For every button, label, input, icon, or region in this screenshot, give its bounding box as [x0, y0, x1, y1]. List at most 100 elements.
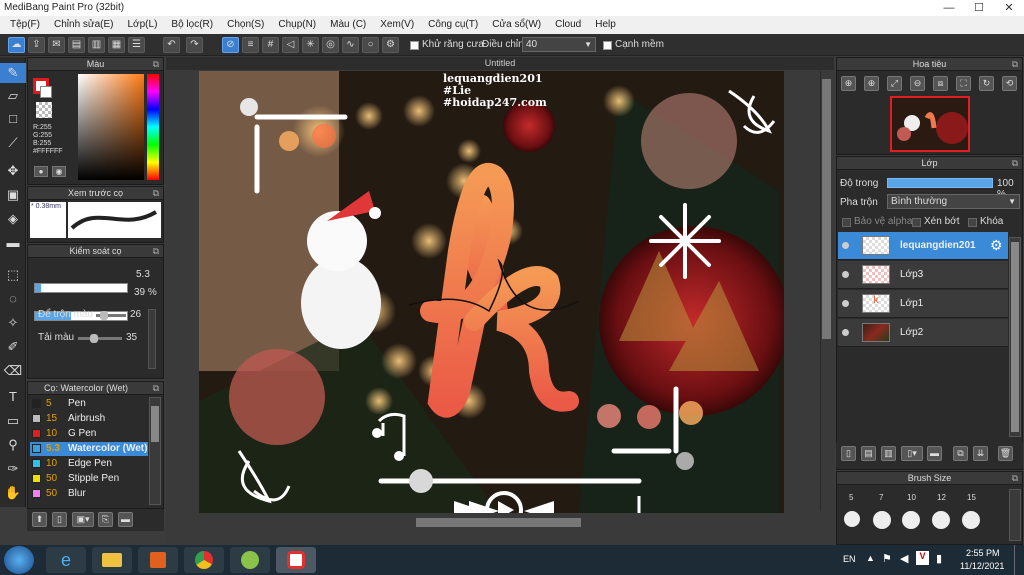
show-desktop-button[interactable]	[1014, 545, 1024, 575]
list-icon[interactable]: ☰	[128, 37, 145, 53]
explorer-icon[interactable]	[92, 547, 132, 573]
clipping-checkbox[interactable]	[912, 218, 921, 227]
brush-size-scrollbar[interactable]	[1009, 489, 1021, 541]
layer-row[interactable]: Lớp2	[838, 319, 1008, 347]
soft-edge-checkbox[interactable]	[603, 41, 612, 50]
horizontal-scrollbar[interactable]	[166, 517, 820, 529]
ie-icon[interactable]: e	[46, 547, 86, 573]
snap-radial-icon[interactable]: ✳	[302, 37, 319, 53]
size-dot[interactable]	[962, 511, 980, 529]
move-tool-icon[interactable]: ✥	[0, 161, 26, 181]
rect-tool-icon[interactable]: □	[0, 109, 26, 129]
medibang-icon[interactable]	[276, 547, 316, 573]
volume-icon[interactable]: ◀	[900, 552, 908, 565]
brush-menu-icon[interactable]: ▣▾	[72, 512, 94, 527]
brush-control-scrollbar[interactable]	[148, 309, 156, 369]
popout-icon[interactable]: ⧉	[153, 58, 159, 71]
merge-layer-icon[interactable]: ⇊	[973, 446, 988, 461]
size-dot[interactable]	[932, 511, 950, 529]
select-tool-icon[interactable]: ⬚	[0, 265, 26, 285]
text-tool-icon[interactable]: T	[0, 387, 26, 407]
blend-slider[interactable]	[96, 311, 126, 320]
hand-tool-icon[interactable]: ✋	[0, 483, 26, 503]
add-brush-icon[interactable]: ⬆	[32, 512, 47, 527]
menu-snap[interactable]: Chụp(N)	[271, 16, 323, 34]
menu-select[interactable]: Chọn(S)	[220, 16, 271, 34]
maximize-button[interactable]: ☐	[964, 0, 994, 16]
tray-app-icon[interactable]: ⚑	[882, 552, 892, 565]
grid-panel-icon[interactable]: ▦	[108, 37, 125, 53]
snap-parallel-icon[interactable]: ≡	[242, 37, 259, 53]
brush-list-item[interactable]: 10 Edge Pen	[30, 457, 148, 471]
divide-tool-icon[interactable]: ▭	[0, 411, 26, 431]
snap-perspective-icon[interactable]: ◁	[282, 37, 299, 53]
menu-filter[interactable]: Bộ lọc(R)	[164, 16, 220, 34]
visibility-icon[interactable]	[842, 329, 849, 336]
brush-list-item[interactable]: 15 Airbrush	[30, 412, 148, 426]
popout-icon[interactable]: ⧉	[153, 245, 159, 258]
new-brush-icon[interactable]: ▯	[52, 512, 67, 527]
saturation-value-picker[interactable]	[78, 74, 144, 180]
layer-row[interactable]: Lớp3	[838, 261, 1008, 289]
layer-row[interactable]: lequangdien201 ⚙	[838, 232, 1008, 260]
visibility-icon[interactable]	[842, 300, 849, 307]
popout-icon[interactable]: ⧉	[153, 187, 159, 200]
comment-icon[interactable]: ✉	[48, 37, 65, 53]
rotate-icon[interactable]: ↻	[979, 76, 994, 91]
close-button[interactable]: ✕	[994, 0, 1024, 16]
new-layer-icon[interactable]: ▯	[841, 446, 856, 461]
menu-file[interactable]: Tệp(F)	[3, 16, 47, 34]
reload-slider[interactable]	[78, 334, 122, 343]
antialias-checkbox[interactable]	[410, 41, 419, 50]
reset-view-icon[interactable]: ⟲	[1002, 76, 1017, 91]
brush-list-scrollbar[interactable]	[149, 397, 161, 505]
popout-icon[interactable]: ⧉	[1012, 157, 1018, 170]
brush-list-item[interactable]: 50 Blur	[30, 487, 148, 501]
menu-edit[interactable]: Chỉnh sửa(E)	[47, 16, 121, 34]
palette-icon[interactable]: ◉	[52, 166, 66, 177]
duplicate-layer-icon[interactable]: ⧉	[953, 446, 968, 461]
zoom-icon[interactable]: ⊕	[864, 76, 879, 91]
folder-icon[interactable]: ▬	[118, 512, 133, 527]
blend-mode-select[interactable]: Bình thường ▼	[887, 194, 1020, 209]
snap-circle-icon[interactable]: ◎	[322, 37, 339, 53]
size-dot[interactable]	[902, 511, 920, 529]
snap-grid-icon[interactable]: #	[262, 37, 279, 53]
zoom-in-icon[interactable]: ⊕	[841, 76, 856, 91]
menu-window[interactable]: Cửa sổ(W)	[485, 16, 548, 34]
menu-layer[interactable]: Lớp(L)	[121, 16, 165, 34]
snap-settings-icon[interactable]: ⚙	[382, 37, 399, 53]
new-8bit-layer-icon[interactable]: ▥	[881, 446, 896, 461]
select-eraser-tool-icon[interactable]: ⌫	[0, 361, 26, 381]
secondary-color-swatch[interactable]	[40, 86, 52, 98]
undo-icon[interactable]: ↶	[163, 37, 180, 53]
eraser-tool-icon[interactable]: ▱	[0, 86, 26, 106]
material-icon[interactable]: ▤	[68, 37, 85, 53]
fit-icon[interactable]: ⤢	[887, 76, 902, 91]
gear-icon[interactable]: ⚙	[990, 237, 1003, 254]
cloud-icon[interactable]: ☁	[8, 37, 25, 53]
network-icon[interactable]: ▮	[936, 552, 942, 565]
language-indicator[interactable]: EN	[843, 554, 856, 564]
brush-list-item[interactable]: 5 Pen	[30, 397, 148, 411]
folder-icon[interactable]: ▬	[927, 446, 942, 461]
layers-scrollbar[interactable]	[1009, 237, 1021, 437]
protect-alpha-checkbox[interactable]	[842, 218, 851, 227]
snap-ellipse-icon[interactable]: ○	[362, 37, 379, 53]
eyedropper-tool-icon[interactable]: ⚲	[0, 435, 26, 455]
canvas-tab[interactable]: Untitled	[166, 57, 834, 70]
bucket-tool-icon[interactable]: ◈	[0, 209, 26, 229]
brush-list-item[interactable]: 5.3 Watercolor (Wet)	[30, 442, 148, 456]
line-tool-icon[interactable]: ⟋	[0, 133, 26, 153]
brush-list-item[interactable]: 10 G Pen	[30, 427, 148, 441]
popout-icon[interactable]: ⧉	[1012, 472, 1018, 485]
navigator-thumbnail[interactable]	[890, 96, 970, 152]
dropper-tool-icon[interactable]: ✑	[0, 459, 26, 479]
menu-view[interactable]: Xem(V)	[373, 16, 421, 34]
size-dot[interactable]	[873, 511, 891, 529]
menu-color[interactable]: Màu (C)	[323, 16, 373, 34]
popout-icon[interactable]: ⧉	[153, 382, 159, 395]
size-dot[interactable]	[844, 511, 860, 527]
snap-off-icon[interactable]: ⊘	[222, 37, 239, 53]
visibility-icon[interactable]	[842, 242, 849, 249]
